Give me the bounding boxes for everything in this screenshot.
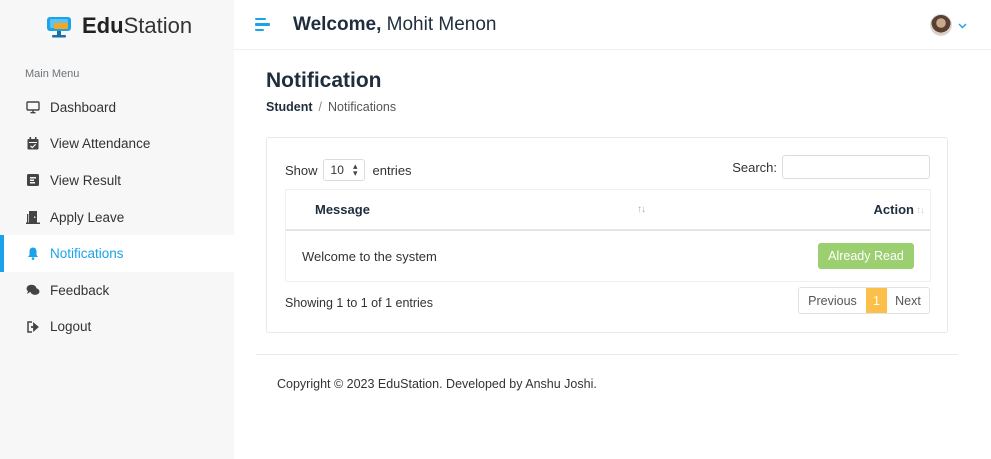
door-icon (26, 210, 40, 224)
avatar[interactable] (930, 14, 952, 36)
sidebar-item-view-attendance[interactable]: View Attendance (0, 126, 234, 163)
sidebar-item-label: Dashboard (50, 99, 117, 115)
next-page-button[interactable]: Next (887, 288, 929, 313)
footer-copyright: Copyright © 2023 EduStation. Developed b… (277, 377, 597, 391)
sidebar-item-apply-leave[interactable]: Apply Leave (0, 199, 234, 236)
page-1-button[interactable]: 1 (866, 288, 887, 313)
already-read-button[interactable]: Already Read (818, 243, 914, 269)
sort-icon[interactable]: ↑↓ (916, 205, 925, 216)
column-header-action[interactable]: Action (874, 202, 914, 217)
page-title: Notification (266, 69, 382, 92)
brand-logo[interactable]: EduStation (0, 0, 234, 52)
welcome-message: Welcome, Mohit Menon (293, 13, 497, 35)
monitor-icon (26, 100, 40, 114)
entries-control: Show 10 ▴ ▾ entries (285, 159, 412, 181)
chevron-down-icon[interactable] (958, 21, 967, 30)
calendar-icon (26, 137, 40, 151)
column-header-message[interactable]: Message (315, 202, 370, 217)
breadcrumb-separator: / (318, 100, 323, 114)
sign-out-icon (26, 320, 40, 334)
breadcrumb-current: Notifications (328, 100, 397, 114)
sidebar-item-label: View Attendance (50, 136, 151, 152)
sidebar-item-feedback[interactable]: Feedback (0, 272, 234, 309)
sidebar-item-label: Apply Leave (50, 209, 125, 225)
sidebar-item-dashboard[interactable]: Dashboard (0, 89, 234, 126)
notifications-card: Show 10 ▴ ▾ entries Search: Message ↑↓ Ac… (266, 137, 948, 333)
brand-name: EduStation (82, 13, 193, 38)
search-input[interactable] (782, 155, 930, 179)
sidebar-item-notifications[interactable]: Notifications (0, 235, 234, 272)
monitor-logo-icon (44, 13, 74, 39)
footer-divider (256, 354, 958, 355)
menu-toggle-icon[interactable] (255, 17, 270, 32)
pagination: Previous 1 Next (798, 287, 930, 314)
sort-icon[interactable]: ↑↓ (637, 204, 646, 215)
sidebar-item-view-result[interactable]: View Result (0, 162, 234, 199)
sidebar-item-label: View Result (50, 172, 122, 188)
user-menu[interactable] (930, 14, 967, 36)
notifications-table: Message ↑↓ Action ↑↓ Welcome to the syst… (285, 189, 931, 282)
breadcrumb-root[interactable]: Student (266, 100, 313, 114)
previous-page-button[interactable]: Previous (799, 288, 866, 313)
poll-icon (26, 173, 40, 187)
sidebar-item-label: Feedback (50, 282, 110, 298)
table-row: Welcome to the system Already Read (286, 231, 930, 281)
top-header: Welcome, Mohit Menon (234, 0, 991, 50)
sidebar-item-label: Notifications (50, 246, 124, 262)
message-cell: Welcome to the system (302, 248, 437, 264)
table-header: Message ↑↓ Action ↑↓ (286, 190, 930, 231)
search-control: Search: (732, 155, 930, 179)
sidebar-item-label: Logout (50, 319, 92, 335)
user-name: Mohit Menon (386, 13, 497, 35)
comments-icon (26, 283, 40, 297)
menu-section-title: Main Menu (25, 68, 80, 80)
entries-select[interactable]: 10 ▴ ▾ (322, 159, 365, 181)
bell-icon (26, 247, 40, 261)
sidebar: EduStation Main Menu Dashboard View Atte… (0, 0, 234, 459)
select-arrows-icon: ▴ ▾ (353, 161, 358, 178)
sidebar-item-logout[interactable]: Logout (0, 309, 234, 346)
breadcrumb: Student / Notifications (266, 100, 396, 114)
table-info: Showing 1 to 1 of 1 entries (285, 296, 434, 310)
